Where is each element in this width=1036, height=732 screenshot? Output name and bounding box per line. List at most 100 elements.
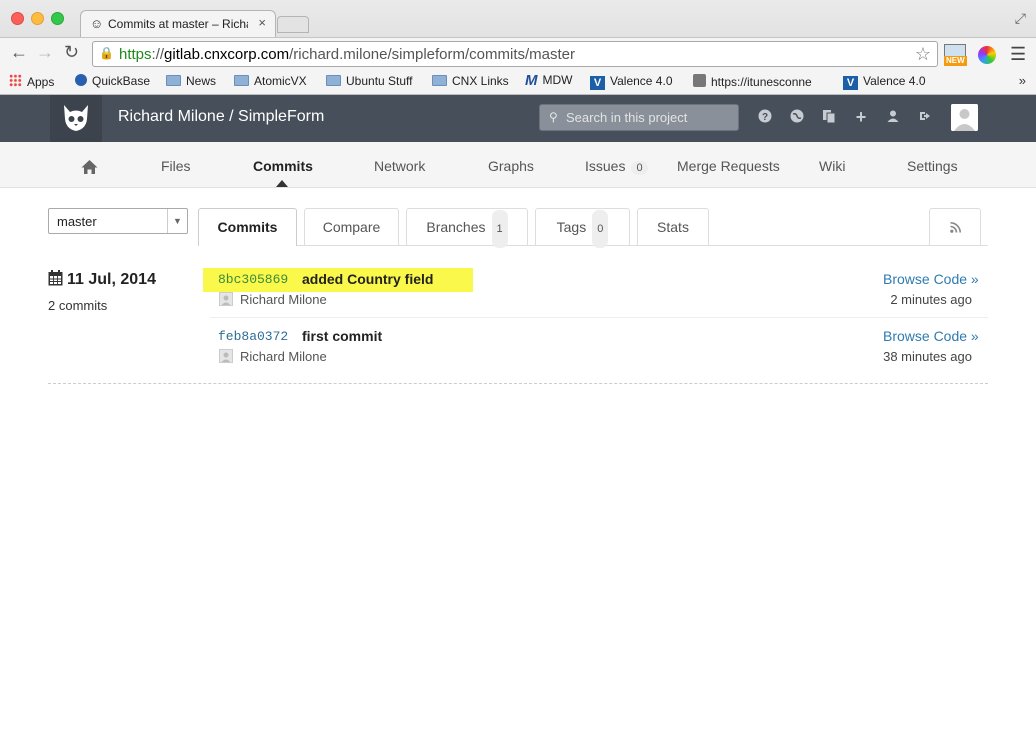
branch-select[interactable]: master ▼ bbox=[48, 208, 188, 234]
window-minimize-button[interactable] bbox=[31, 12, 44, 25]
reload-icon[interactable]: ↻ bbox=[64, 42, 79, 63]
tab-title: Commits at master – Richa bbox=[108, 17, 248, 31]
nav-network[interactable]: Network bbox=[374, 158, 425, 174]
tab-compare[interactable]: Compare bbox=[304, 208, 399, 245]
color-wheel-extension-icon[interactable] bbox=[978, 46, 996, 64]
avatar[interactable] bbox=[951, 104, 978, 131]
back-arrow-icon[interactable]: ← bbox=[10, 42, 28, 63]
bookmarks-overflow-icon[interactable]: » bbox=[1019, 73, 1026, 88]
commit-time-ago: 38 minutes ago bbox=[883, 349, 972, 364]
browser-toolbar: ← → ↻ 🔒 https://gitlab.cnxcorp.com/richa… bbox=[0, 37, 1036, 69]
window-zoom-button[interactable] bbox=[51, 12, 64, 25]
commit-sha-link[interactable]: feb8a0372 bbox=[218, 329, 288, 344]
bookmark-mdw[interactable]: M MDW bbox=[525, 72, 573, 89]
commit-author[interactable]: Richard Milone bbox=[240, 292, 327, 307]
tab-stats[interactable]: Stats bbox=[637, 208, 709, 245]
sign-out-icon[interactable] bbox=[917, 109, 933, 125]
commit-day-header: 11 Jul, 2014 bbox=[48, 270, 156, 289]
bookmark-cnx-links[interactable]: CNX Links bbox=[432, 74, 509, 88]
url-protocol: https bbox=[119, 46, 152, 63]
nav-commits[interactable]: Commits bbox=[253, 158, 313, 174]
bookmark-star-icon[interactable]: ☆ bbox=[915, 44, 931, 65]
extension-new-icon[interactable]: NEW bbox=[944, 43, 968, 67]
project-nav: Files Commits Network Graphs Issues 0 Mer… bbox=[0, 142, 1036, 188]
author-avatar-icon bbox=[219, 292, 233, 306]
commit-sha-link[interactable]: 8bc305869 bbox=[218, 272, 288, 287]
extension-new-badge: NEW bbox=[944, 56, 967, 66]
lock-icon: 🔒 bbox=[99, 46, 114, 60]
bookmark-atomicvx[interactable]: AtomicVX bbox=[234, 74, 307, 88]
commit-message[interactable]: added Country field bbox=[302, 271, 433, 287]
commit-row-divider bbox=[210, 317, 988, 318]
project-title[interactable]: Richard Milone / SimpleForm bbox=[118, 108, 324, 126]
svg-text:?: ? bbox=[762, 112, 768, 123]
user-icon[interactable] bbox=[885, 109, 901, 125]
new-tab-button[interactable] bbox=[277, 16, 309, 33]
branch-select-value: master bbox=[57, 214, 97, 229]
home-icon[interactable] bbox=[81, 159, 98, 175]
apps-grid-icon bbox=[9, 74, 22, 87]
nav-settings[interactable]: Settings bbox=[907, 158, 958, 174]
fullscreen-icon[interactable]: ⤢ bbox=[1015, 10, 1026, 27]
commit-author[interactable]: Richard Milone bbox=[240, 349, 327, 364]
plus-icon[interactable]: + bbox=[853, 108, 869, 126]
snippets-icon[interactable] bbox=[821, 109, 837, 125]
nav-issues-label: Issues bbox=[585, 158, 626, 174]
bookmark-quickbase[interactable]: QuickBase bbox=[75, 74, 150, 88]
tab-commits[interactable]: Commits bbox=[198, 208, 297, 246]
globe-icon[interactable] bbox=[789, 109, 805, 125]
address-bar[interactable]: 🔒 https://gitlab.cnxcorp.com/richard.mil… bbox=[92, 41, 938, 67]
commit-day-date: 11 Jul, 2014 bbox=[67, 271, 156, 288]
nav-merge-requests[interactable]: Merge Requests bbox=[677, 158, 780, 174]
tab-tags-label: Tags bbox=[556, 219, 587, 235]
gitlab-favicon-icon: ☺ bbox=[90, 16, 104, 31]
commit-day-divider bbox=[48, 383, 988, 384]
browse-code-link[interactable]: Browse Code » bbox=[883, 328, 979, 344]
bookmark-valence-1[interactable]: V Valence 4.0 bbox=[590, 74, 673, 90]
nav-graphs[interactable]: Graphs bbox=[488, 158, 534, 174]
url-host: gitlab.cnxcorp.com bbox=[164, 46, 290, 63]
window-close-button[interactable] bbox=[11, 12, 24, 25]
bookmark-news[interactable]: News bbox=[166, 74, 216, 88]
browse-code-link[interactable]: Browse Code » bbox=[883, 271, 979, 287]
search-input[interactable] bbox=[564, 108, 734, 127]
branches-count-badge: 1 bbox=[491, 210, 508, 248]
bookmark-valence-2[interactable]: V Valence 4.0 bbox=[843, 74, 926, 90]
bookmark-apps[interactable]: Apps bbox=[9, 74, 54, 89]
mdw-icon: M bbox=[525, 72, 538, 89]
project-search[interactable]: ⚲ bbox=[539, 104, 739, 131]
url-separator: :// bbox=[151, 46, 165, 63]
bookmark-itunesconnect[interactable]: https://itunesconne bbox=[693, 74, 827, 89]
nav-issues[interactable]: Issues 0 bbox=[585, 158, 648, 175]
url-path: /richard.milone/simpleform/commits/maste… bbox=[289, 46, 576, 63]
nav-wiki[interactable]: Wiki bbox=[819, 158, 845, 174]
issues-count-badge: 0 bbox=[631, 161, 648, 175]
chevron-down-icon: ▼ bbox=[167, 209, 187, 233]
commit-message[interactable]: first commit bbox=[302, 328, 382, 344]
browser-tab-active[interactable]: ☺ Commits at master – Richa × bbox=[80, 10, 276, 37]
forward-arrow-icon[interactable]: → bbox=[36, 42, 54, 63]
valence-icon: V bbox=[590, 76, 605, 90]
gitlab-logo-link[interactable] bbox=[50, 95, 102, 142]
commit-day-count: 2 commits bbox=[48, 298, 108, 313]
rss-feed-button[interactable] bbox=[929, 208, 981, 245]
author-avatar-icon bbox=[219, 349, 233, 363]
apple-icon bbox=[693, 74, 706, 87]
gitlab-cat-logo-icon bbox=[64, 105, 88, 131]
browser-menu-icon[interactable]: ☰ bbox=[1010, 44, 1026, 65]
help-icon[interactable]: ? bbox=[757, 109, 773, 125]
rss-icon bbox=[950, 222, 961, 233]
quickbase-icon bbox=[75, 74, 87, 86]
calendar-icon bbox=[48, 270, 63, 286]
folder-icon bbox=[432, 75, 447, 86]
tab-branches[interactable]: Branches 1 bbox=[406, 208, 528, 248]
folder-icon bbox=[326, 75, 341, 86]
commit-time-ago: 2 minutes ago bbox=[890, 292, 972, 307]
tab-tags[interactable]: Tags 0 bbox=[535, 208, 630, 248]
tab-close-icon[interactable]: × bbox=[258, 15, 266, 30]
url-text[interactable]: https://gitlab.cnxcorp.com/richard.milon… bbox=[119, 46, 575, 63]
bookmark-ubuntu-stuff[interactable]: Ubuntu Stuff bbox=[326, 74, 413, 88]
tags-count-badge: 0 bbox=[592, 210, 609, 248]
folder-icon bbox=[166, 75, 181, 86]
nav-files[interactable]: Files bbox=[161, 158, 191, 174]
